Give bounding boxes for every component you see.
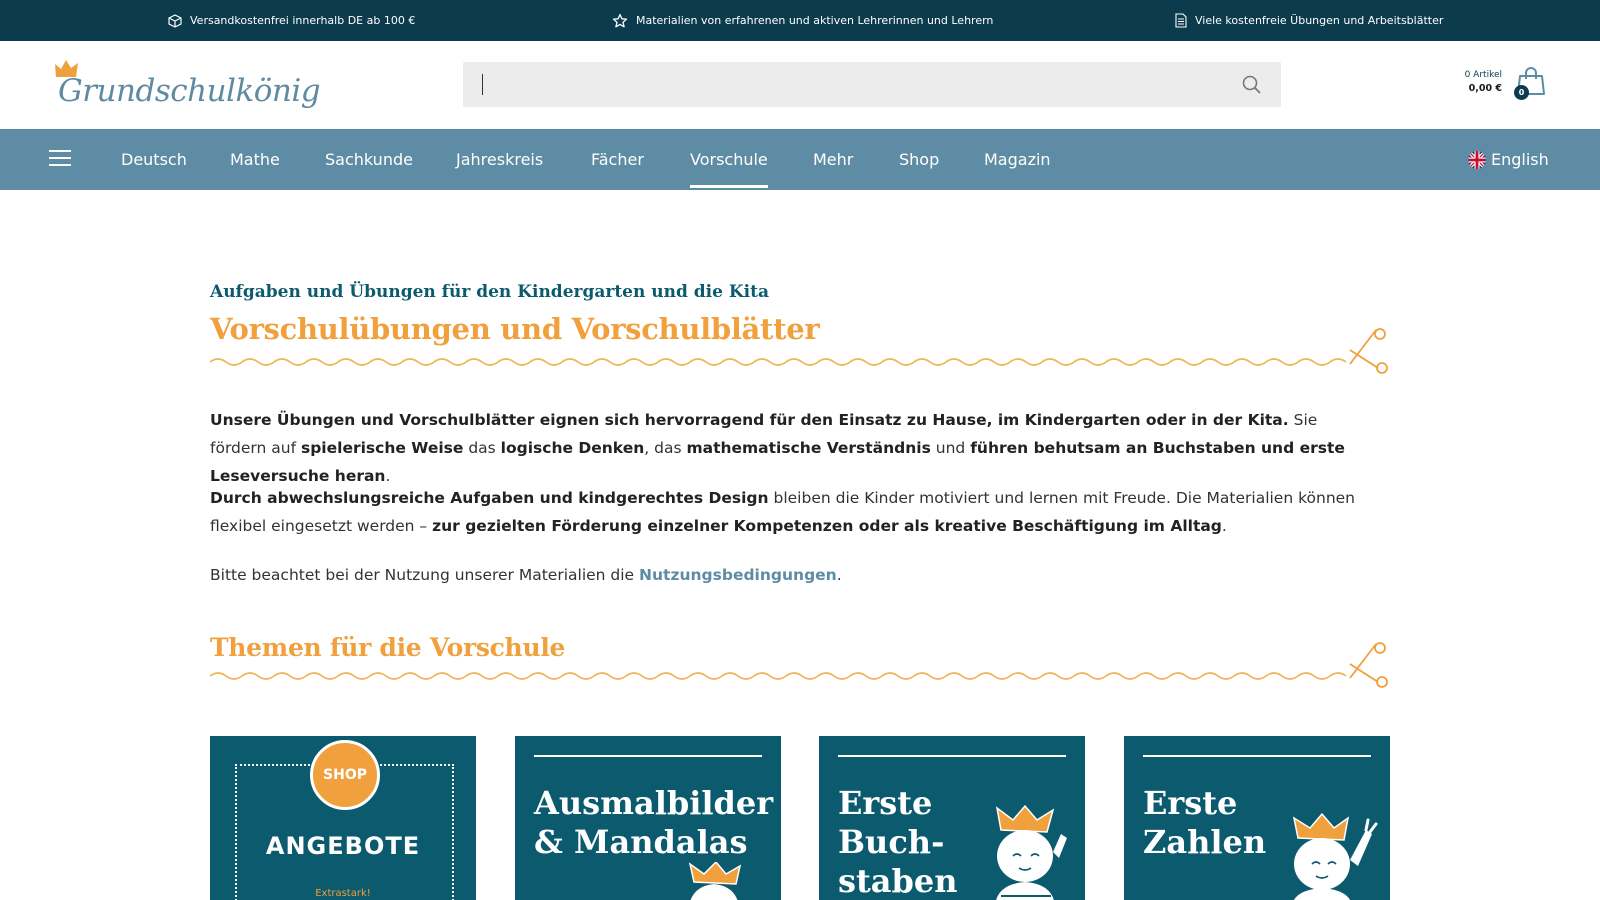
card-rule	[534, 755, 762, 757]
topic-card-angebote[interactable]: SHOP ANGEBOTE Extrastark!	[210, 736, 476, 900]
card-subtitle: Extrastark!	[315, 888, 371, 899]
main-nav: Deutsch Mathe Sachkunde Jahreskreis Fäch…	[0, 129, 1600, 190]
card-rule	[838, 755, 1066, 757]
page-subtitle: Aufgaben und Übungen für den Kindergarte…	[210, 282, 769, 302]
search-icon[interactable]	[1242, 75, 1261, 94]
child-crown-illustration	[688, 862, 742, 900]
info-free: Viele kostenfreie Übungen und Arbeitsblä…	[1175, 0, 1443, 41]
nav-item-sachkunde[interactable]: Sachkunde	[325, 129, 413, 190]
search-input[interactable]	[463, 62, 1223, 107]
shop-badge: SHOP	[310, 740, 380, 810]
topic-card-erste-zahlen[interactable]: Erste Zahlen	[1124, 736, 1390, 900]
terms-link[interactable]: Nutzungsbedingungen	[639, 566, 837, 584]
cart[interactable]: 0 Artikel 0,00 € 0	[1460, 67, 1556, 107]
language-switcher[interactable]: English	[1468, 129, 1549, 190]
info-shipping-text: Versandkostenfrei innerhalb DE ab 100 €	[190, 14, 416, 27]
wavy-divider-scissors	[210, 642, 1388, 688]
card-title: Ausmalbilder & Mandalas	[534, 784, 774, 861]
star-icon	[612, 13, 628, 27]
top-info-bar: Versandkostenfrei innerhalb DE ab 100 € …	[0, 0, 1600, 41]
child-crown-illustration	[1292, 812, 1378, 900]
search-bar[interactable]	[463, 62, 1281, 107]
info-teachers: Materialien von erfahrenen und aktiven L…	[612, 0, 993, 41]
info-free-text: Viele kostenfreie Übungen und Arbeitsblä…	[1195, 14, 1444, 27]
cart-badge: 0	[1514, 85, 1529, 100]
nav-item-faecher[interactable]: Fächer	[591, 129, 644, 190]
card-rule	[1143, 755, 1371, 757]
header: Grundschulkönig 0 Artikel 0,00 € 0	[0, 41, 1600, 129]
info-shipping: Versandkostenfrei innerhalb DE ab 100 €	[168, 0, 415, 41]
info-teachers-text: Materialien von erfahrenen und aktiven L…	[636, 14, 994, 27]
uk-flag-icon	[1468, 150, 1486, 169]
nav-item-mathe[interactable]: Mathe	[230, 129, 280, 190]
document-icon	[1175, 13, 1187, 28]
logo[interactable]: Grundschulkönig	[54, 57, 321, 115]
nav-item-magazin[interactable]: Magazin	[984, 129, 1051, 190]
topic-card-erste-buchstaben[interactable]: Erste Buch- staben	[819, 736, 1085, 900]
cart-count: 0 Artikel	[1464, 70, 1502, 80]
terms-paragraph: Bitte beachtet bei der Nutzung unserer M…	[210, 566, 842, 584]
cart-sum: 0,00 €	[1468, 83, 1502, 94]
nav-item-vorschule[interactable]: Vorschule	[690, 129, 768, 190]
intro-paragraph-2: Durch abwechslungsreiche Aufgaben und ki…	[210, 489, 1356, 535]
hamburger-menu-icon[interactable]	[49, 150, 71, 168]
child-crown-illustration	[995, 804, 1067, 900]
nav-item-mehr[interactable]: Mehr	[813, 129, 853, 190]
nav-item-shop[interactable]: Shop	[899, 129, 939, 190]
box-icon	[168, 13, 182, 28]
nav-item-jahreskreis[interactable]: Jahreskreis	[456, 129, 543, 190]
wavy-divider-scissors	[210, 328, 1388, 374]
topic-card-ausmalbilder[interactable]: Ausmalbilder & Mandalas	[515, 736, 781, 900]
scissors-icon	[1349, 328, 1388, 374]
intro-paragraph-1: Unsere Übungen und Vorschulblätter eigne…	[210, 411, 1345, 485]
nav-item-deutsch[interactable]: Deutsch	[121, 129, 187, 190]
language-label: English	[1491, 150, 1549, 169]
scissors-icon	[1349, 642, 1388, 688]
card-title: ANGEBOTE	[265, 832, 421, 860]
text-caret	[482, 74, 483, 95]
logo-text: Grundschulkönig	[58, 73, 321, 109]
